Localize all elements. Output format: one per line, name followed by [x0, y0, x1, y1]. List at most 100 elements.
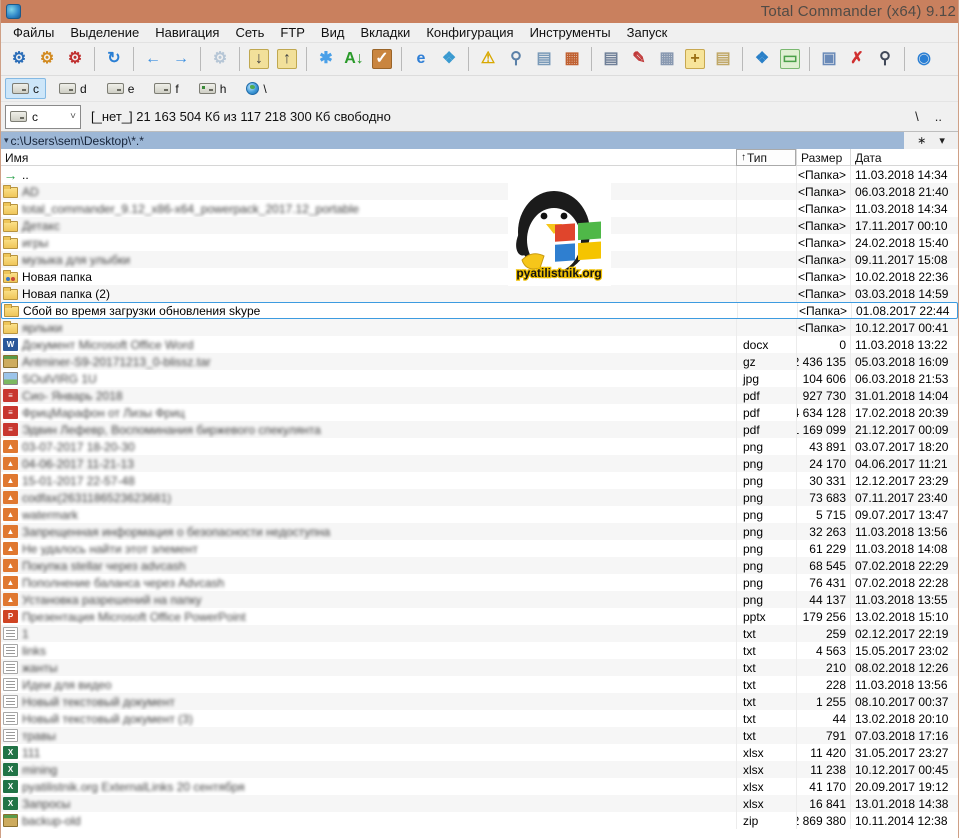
- options-gear-red-button[interactable]: ⚙: [62, 46, 88, 72]
- options-gear-orange-button[interactable]: ⚙: [34, 46, 60, 72]
- file-row[interactable]: игры<Папка>24.02.2018 15:40: [1, 234, 958, 251]
- sync-dirs-button[interactable]: ✱: [313, 46, 339, 72]
- forward-arrow-button[interactable]: →: [168, 46, 194, 72]
- drive-select[interactable]: c ˅: [5, 105, 81, 129]
- file-row[interactable]: ≡Сио- Январь 2018pdf927 73031.01.2018 14…: [1, 387, 958, 404]
- internet-explorer-button[interactable]: e: [408, 46, 434, 72]
- file-row[interactable]: Новая папка<Папка>10.02.2018 22:36: [1, 268, 958, 285]
- header-date-column[interactable]: Дата: [850, 149, 958, 166]
- file-row[interactable]: 1txt25902.12.2017 22:19: [1, 625, 958, 642]
- ruler-button[interactable]: ▭: [777, 46, 803, 72]
- drive-button-f[interactable]: f: [147, 78, 185, 99]
- file-row[interactable]: Сбой во время загрузки обновления skype<…: [1, 302, 958, 319]
- doc-preview-button[interactable]: ⚲: [503, 46, 529, 72]
- file-row[interactable]: Детакс<Папка>17.11.2017 00:10: [1, 217, 958, 234]
- menu-bar: ФайлыВыделениеНавигацияСетьFTPВидВкладки…: [1, 23, 958, 43]
- goto-root-button[interactable]: \: [907, 109, 927, 124]
- new-folder-button[interactable]: +: [682, 46, 708, 72]
- file-name: жанты: [22, 661, 57, 675]
- file-row[interactable]: ▲04-06-2017 11-21-13png24 17004.06.2017 …: [1, 455, 958, 472]
- file-row[interactable]: ▲Запрещенная информация о безопасности н…: [1, 523, 958, 540]
- doc-warning-button[interactable]: ⚠: [475, 46, 501, 72]
- drive-button-e[interactable]: e: [100, 78, 142, 99]
- file-row[interactable]: Идеи для видеоtxt22811.03.2018 13:56: [1, 676, 958, 693]
- paint-button[interactable]: ✎: [626, 46, 652, 72]
- menu-item-8[interactable]: Конфигурация: [418, 24, 521, 41]
- file-row[interactable]: ▲Покупка stellar через advcashpng68 5450…: [1, 557, 958, 574]
- network-places-button[interactable]: ❖: [436, 46, 462, 72]
- file-row[interactable]: XЗапросыxlsx16 84113.01.2018 14:38: [1, 795, 958, 812]
- menu-item-10[interactable]: Запуск: [619, 24, 676, 41]
- title-bar[interactable]: Total Commander (x64) 9.12: [1, 0, 958, 23]
- file-row[interactable]: SOulVIRG 1Ujpg104 60606.03.2018 21:53: [1, 370, 958, 387]
- menu-item-4[interactable]: Сеть: [227, 24, 272, 41]
- file-row[interactable]: ▲03-07-2017 18-20-30png43 89103.07.2017 …: [1, 438, 958, 455]
- goto-parent-button[interactable]: ..: [927, 109, 950, 124]
- menu-item-7[interactable]: Вкладки: [352, 24, 418, 41]
- file-row[interactable]: Xpyatilistnik.org ExternalLinks 20 сентя…: [1, 778, 958, 795]
- script-button[interactable]: ▤: [710, 46, 736, 72]
- options-gear-blue-button[interactable]: ⚙: [6, 46, 32, 72]
- file-row[interactable]: Новый текстовый документ (3)txt4413.02.2…: [1, 710, 958, 727]
- file-row[interactable]: AD<Папка>06.03.2018 21:40: [1, 183, 958, 200]
- file-row[interactable]: ▲15-01-2017 22-57-48png30 33112.12.2017 …: [1, 472, 958, 489]
- unpack-files-button[interactable]: ↑: [274, 46, 300, 72]
- file-row[interactable]: ▲Пополнение баланса через Advcashpng76 4…: [1, 574, 958, 591]
- tab-star-button[interactable]: ∗: [917, 134, 926, 147]
- background-transfer-icon: ⚙: [210, 49, 230, 69]
- tab-list-button[interactable]: ▾: [939, 134, 945, 147]
- menu-item-2[interactable]: Выделение: [62, 24, 147, 41]
- file-row[interactable]: linkstxt4 56315.05.2017 23:02: [1, 642, 958, 659]
- background-transfer-button[interactable]: ⚙: [207, 46, 233, 72]
- file-row[interactable]: backup-oldzip2 869 38010.11.2014 12:38: [1, 812, 958, 829]
- file-row[interactable]: ≡Эдвин Лефевр, Воспоминания биржевого сп…: [1, 421, 958, 438]
- header-name-column[interactable]: Имя: [1, 149, 736, 166]
- file-row[interactable]: ▲watermarkpng5 71509.07.2017 13:47: [1, 506, 958, 523]
- file-row[interactable]: ≡ФрицМарафон от Лизы Фрицpdf14 634 12817…: [1, 404, 958, 421]
- sort-az-button[interactable]: A↓: [341, 46, 367, 72]
- image-viewer-button[interactable]: ▣: [816, 46, 842, 72]
- header-size-column[interactable]: Размер: [796, 149, 850, 166]
- menu-item-3[interactable]: Навигация: [147, 24, 227, 41]
- calculator-button[interactable]: ▦: [654, 46, 680, 72]
- file-row[interactable]: ярлыки<Папка>10.12.2017 00:41: [1, 319, 958, 336]
- header-type-column[interactable]: ↑ Тип: [736, 149, 796, 166]
- menu-item-5[interactable]: FTP: [272, 24, 313, 41]
- doc-properties-button[interactable]: ▤: [531, 46, 557, 72]
- thumbnails-view-button[interactable]: ▦: [559, 46, 585, 72]
- file-row[interactable]: Xminingxlsx11 23810.12.2017 00:45: [1, 761, 958, 778]
- file-row[interactable]: ▲Установка разрешений на папкуpng44 1371…: [1, 591, 958, 608]
- refresh-button[interactable]: ↻: [101, 46, 127, 72]
- file-row[interactable]: Новая папка (2)<Папка>03.03.2018 14:59: [1, 285, 958, 302]
- cd-burn-button[interactable]: ◉: [911, 46, 937, 72]
- file-row[interactable]: музыка для улыбки<Папка>09.11.2017 15:08: [1, 251, 958, 268]
- drive-button-d[interactable]: d: [52, 78, 94, 99]
- file-row[interactable]: X111xlsx11 42031.05.2017 23:27: [1, 744, 958, 761]
- file-row[interactable]: Новый текстовый документtxt1 25508.10.20…: [1, 693, 958, 710]
- file-row[interactable]: жантыtxt21008.02.2018 12:26: [1, 659, 958, 676]
- notes-clipboard-button[interactable]: ✓: [369, 46, 395, 72]
- current-path-tab[interactable]: ▾ c:\Users\sem\Desktop\*.*: [1, 132, 904, 149]
- file-row[interactable]: PПрезентация Microsoft Office PowerPoint…: [1, 608, 958, 625]
- menu-item-9[interactable]: Инструменты: [522, 24, 619, 41]
- file-row[interactable]: ▲codfax(2631186523623681)png73 68307.11.…: [1, 489, 958, 506]
- back-arrow-button[interactable]: ←: [140, 46, 166, 72]
- file-row[interactable]: травыtxt79107.03.2018 17:16: [1, 727, 958, 744]
- dark-preview-button[interactable]: ⚲: [872, 46, 898, 72]
- file-row[interactable]: →..<Папка>11.03.2018 14:34: [1, 166, 958, 183]
- file-row[interactable]: WДокумент Microsoft Office Worddocx011.0…: [1, 336, 958, 353]
- file-name-cell: SOulVIRG 1U: [1, 370, 736, 387]
- notepad-icon: ▤: [601, 49, 621, 69]
- menu-item-1[interactable]: Файлы: [5, 24, 62, 41]
- drive-button-network-root[interactable]: \: [239, 78, 277, 99]
- explorer-3d-button[interactable]: ❖: [749, 46, 775, 72]
- file-row[interactable]: ▲Не удалось найти этот элементpng61 2291…: [1, 540, 958, 557]
- drive-button-c[interactable]: c: [5, 78, 46, 99]
- pack-files-button[interactable]: ↓: [246, 46, 272, 72]
- drive-button-h[interactable]: h: [192, 78, 234, 99]
- menu-item-6[interactable]: Вид: [313, 24, 353, 41]
- file-row[interactable]: Antminer-S9-20171213_0-blissz.targz12 43…: [1, 353, 958, 370]
- delete-files-button[interactable]: ✗: [844, 46, 870, 72]
- notepad-button[interactable]: ▤: [598, 46, 624, 72]
- file-row[interactable]: total_commander_9.12_x86-x64_powerpack_2…: [1, 200, 958, 217]
